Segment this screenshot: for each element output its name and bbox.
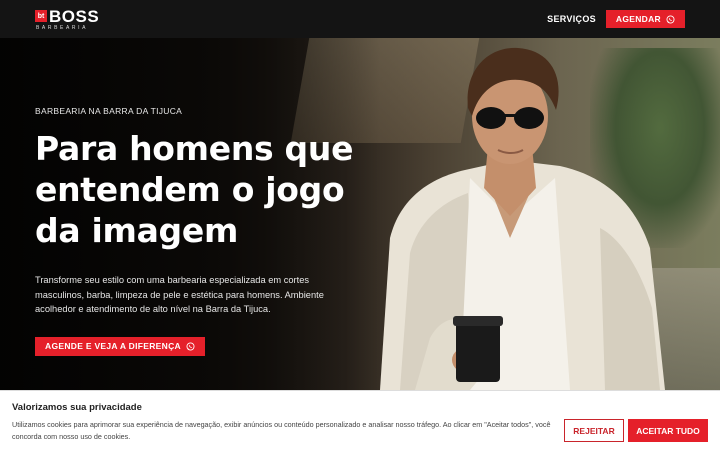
hero-model-image <box>380 47 665 390</box>
logo-badge: bt <box>35 10 47 22</box>
nav-link-services[interactable]: SERVIÇOS <box>547 14 596 24</box>
accept-all-cookies-button[interactable]: ACEITAR TUDO <box>628 419 708 442</box>
headline-line-2: entendem o jogo <box>35 170 345 209</box>
hero-headline: Para homens que entendem o jogo da image… <box>35 128 375 251</box>
book-button[interactable]: AGENDAR <box>605 10 685 28</box>
site-header: bt BOSS BARBEARIA SERVIÇOS AGENDAR <box>0 0 720 38</box>
hero-eyebrow: BARBEARIA NA BARRA DA TIJUCA <box>35 106 183 116</box>
logo-word: BOSS <box>49 6 100 26</box>
main-nav: SERVIÇOS AGENDAR <box>547 10 685 28</box>
logo-subtitle: BARBEARIA <box>36 24 89 31</box>
cookie-text: Utilizamos cookies para aprimorar sua ex… <box>12 420 551 441</box>
cookie-title: Valorizamos sua privacidade <box>12 402 142 413</box>
headline-line-3: da imagem <box>35 211 239 250</box>
cta-label: AGENDE E VEJA A DIFERENÇA <box>45 341 181 351</box>
logo[interactable]: bt BOSS BARBEARIA <box>35 8 99 31</box>
cta-book-button[interactable]: AGENDE E VEJA A DIFERENÇA <box>35 336 205 356</box>
whatsapp-icon <box>186 342 195 350</box>
hero-description: Transforme seu estilo com uma barbearia … <box>35 275 324 314</box>
whatsapp-icon <box>666 15 675 23</box>
hero-content: BARBEARIA NA BARRA DA TIJUCA Para homens… <box>35 106 375 356</box>
cookie-banner: Valorizamos sua privacidade Utilizamos c… <box>0 390 720 450</box>
reject-cookies-button[interactable]: REJEITAR <box>564 419 624 442</box>
hero-section: BARBEARIA NA BARRA DA TIJUCA Para homens… <box>0 38 720 390</box>
logo-mark: bt BOSS <box>35 8 99 25</box>
headline-line-1: Para homens que <box>35 129 354 168</box>
book-button-label: AGENDAR <box>615 14 661 24</box>
